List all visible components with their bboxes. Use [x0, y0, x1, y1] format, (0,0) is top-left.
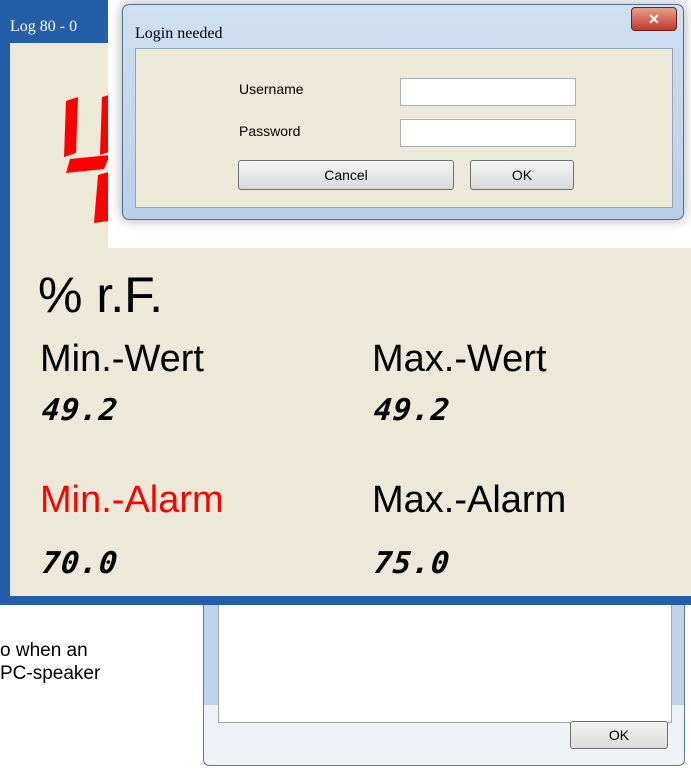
- close-icon[interactable]: ✕: [631, 7, 677, 31]
- min-alarm-value: 70.0: [40, 546, 121, 581]
- max-alarm-value: 75.0: [372, 546, 453, 581]
- username-label: Username: [239, 81, 304, 97]
- min-value-label: Min.-Wert: [40, 338, 204, 380]
- login-body: Username Password Cancel OK: [135, 48, 673, 208]
- login-title: Login needed: [135, 25, 223, 42]
- segment-upper-left: [64, 97, 78, 157]
- max-value-label: Max.-Wert: [372, 338, 547, 380]
- unit-label: % r.F.: [38, 267, 164, 323]
- log-window-title: Log 80 - 0: [10, 18, 78, 35]
- username-input[interactable]: [400, 78, 576, 106]
- login-overlay: Login needed ✕ Username Password Cancel …: [108, 0, 691, 248]
- background-ok-button[interactable]: OK: [570, 721, 668, 749]
- bg-text-when: o when an: [0, 640, 88, 661]
- max-value: 49.2: [372, 393, 453, 428]
- min-value: 49.2: [40, 393, 121, 428]
- login-dialog: Login needed ✕ Username Password Cancel …: [122, 4, 684, 220]
- password-label: Password: [239, 123, 301, 139]
- min-alarm-label: Min.-Alarm: [40, 479, 224, 521]
- max-alarm-label: Max.-Alarm: [372, 479, 567, 521]
- cancel-button[interactable]: Cancel: [238, 160, 454, 190]
- bg-text-speaker: PC-speaker: [0, 663, 101, 684]
- segment-middle: [66, 155, 110, 173]
- background-dialog-text-area: [218, 601, 672, 723]
- ok-button[interactable]: OK: [470, 160, 574, 190]
- password-input[interactable]: [400, 119, 576, 147]
